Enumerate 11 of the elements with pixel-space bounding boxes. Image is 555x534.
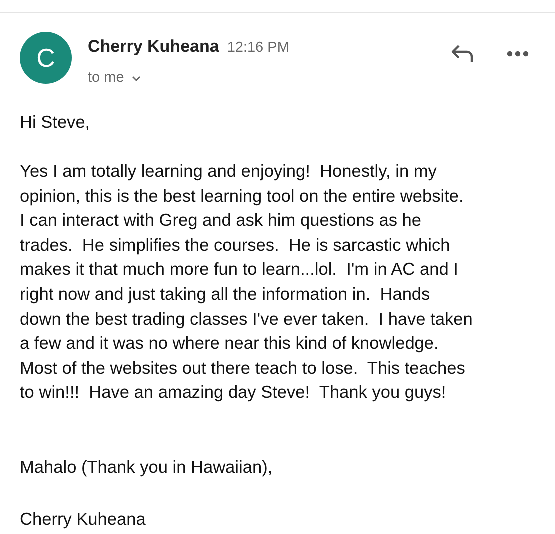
signature-text: Cherry Kuheana <box>20 508 147 531</box>
chevron-down-icon[interactable] <box>132 76 142 82</box>
reply-icon[interactable] <box>451 44 475 64</box>
sender-name: Cherry Kuheana <box>88 36 220 58</box>
closing-text: Mahalo (Thank you in Hawaiian), <box>20 456 274 480</box>
message-paragraph: Yes I am totally learning and enjoying! Honestly, in my opinion, this is the best learning tool on the entire website. I can interact with Greg and ask him questions as he trades. He simplifies the courses. He is sarcastic which makes it that much more fun to learn...lol. I'm in AC and I right now and just taking all the information in. Hands down the best trading classes I've ever taken. I have taken a few and it was no where near this kind of knowledge. Most of the websites out there teach to lose. This teaches to win!!! Have an amazing day Steve! Thank you guys! <box>20 160 474 404</box>
message-time: 12:16 PM <box>227 39 290 58</box>
greeting-text: Hi Steve, <box>20 110 92 134</box>
recipient-link[interactable]: to me <box>88 68 124 90</box>
more-icon[interactable] <box>507 51 529 57</box>
avatar: C <box>20 32 72 84</box>
